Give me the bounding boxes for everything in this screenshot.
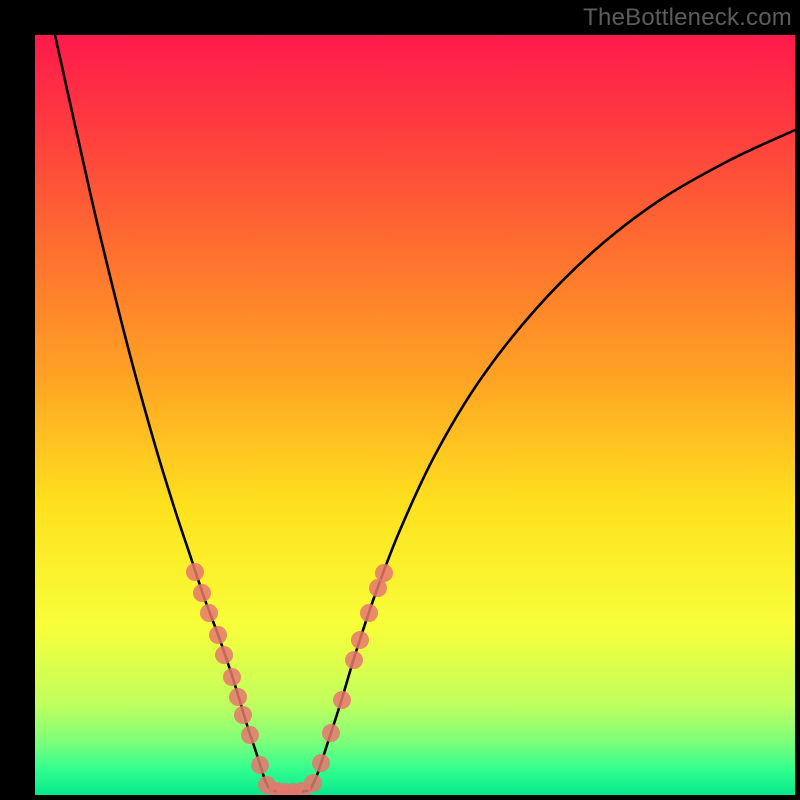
marker-point — [322, 724, 340, 742]
marker-point — [251, 756, 269, 774]
marker-point — [351, 631, 369, 649]
marker-group — [186, 563, 393, 795]
marker-point — [234, 706, 252, 724]
marker-point — [333, 691, 351, 709]
marker-point — [375, 564, 393, 582]
marker-point — [215, 646, 233, 664]
marker-point — [229, 688, 247, 706]
marker-point — [360, 604, 378, 622]
marker-point — [193, 584, 211, 602]
marker-point — [304, 774, 322, 792]
marker-point — [186, 563, 204, 581]
marker-point — [209, 626, 227, 644]
curve-right-branch — [310, 130, 795, 790]
marker-point — [200, 604, 218, 622]
watermark-text: TheBottleneck.com — [583, 4, 792, 32]
marker-point — [312, 754, 330, 772]
marker-point — [345, 651, 363, 669]
marker-point — [223, 668, 241, 686]
curve-layer — [35, 35, 795, 795]
outer-frame: TheBottleneck.com — [0, 0, 800, 800]
marker-point — [241, 726, 259, 744]
plot-area — [35, 35, 795, 795]
